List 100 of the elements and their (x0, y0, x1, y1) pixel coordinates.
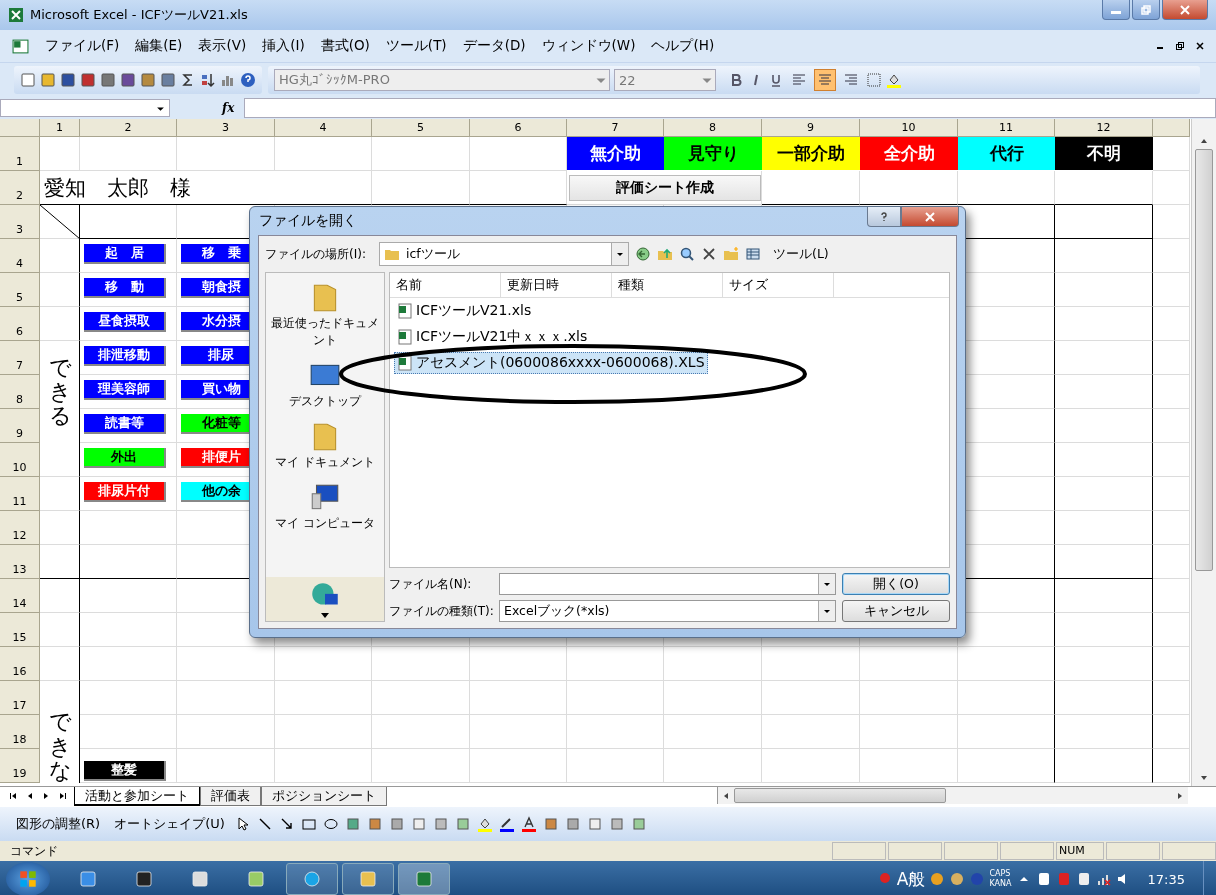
place-item[interactable]: マイ コンピュータ (266, 479, 384, 534)
spreadsheet-cell[interactable] (1055, 579, 1153, 613)
activity-button[interactable]: 排泄移動 (84, 346, 166, 366)
place-item[interactable]: デスクトップ (266, 357, 384, 412)
fill-color-icon[interactable] (886, 72, 902, 88)
column-header[interactable]: 6 (470, 119, 567, 137)
row-header[interactable]: 10 (0, 443, 40, 477)
function-label[interactable]: fx (222, 101, 235, 115)
activity-button[interactable]: 昼食摂取 (84, 312, 166, 332)
spreadsheet-cell[interactable] (40, 545, 80, 579)
menu-item[interactable]: データ(D) (454, 35, 534, 57)
row-header[interactable]: 1 (0, 137, 40, 171)
column-header[interactable]: 7 (567, 119, 664, 137)
dropdown-button[interactable] (611, 243, 628, 265)
spreadsheet-cell[interactable] (1055, 205, 1153, 239)
workbook-icon[interactable] (12, 37, 29, 55)
activity-button[interactable]: 移 動 (84, 278, 166, 298)
spreadsheet-cell[interactable] (40, 511, 80, 545)
spreadsheet-cell[interactable] (1055, 511, 1153, 545)
first-sheet-icon[interactable] (10, 792, 18, 800)
taskbar-button[interactable] (342, 863, 394, 895)
views-icon[interactable] (745, 246, 761, 262)
scroll-thumb[interactable] (734, 788, 946, 803)
sheet-tab[interactable]: ポジションシート (261, 787, 387, 806)
row-header[interactable]: 7 (0, 341, 40, 375)
file-name-field[interactable] (499, 573, 836, 595)
sheet-tab[interactable]: 活動と参加シート (74, 787, 200, 806)
new-folder-icon[interactable] (723, 246, 739, 262)
spreadsheet-cell[interactable] (40, 613, 80, 647)
dropdown-button[interactable] (818, 601, 835, 621)
spreadsheet-cell[interactable] (40, 579, 80, 613)
spreadsheet-cell[interactable] (1055, 749, 1153, 783)
fill-color-icon[interactable] (476, 816, 493, 832)
row-header[interactable]: 4 (0, 239, 40, 273)
menu-item[interactable]: 表示(V) (190, 35, 255, 57)
draw-menu-button[interactable]: 図形の調整(R) (12, 813, 105, 835)
menu-item[interactable]: ウィンドウ(W) (533, 35, 644, 57)
spreadsheet-cell[interactable] (40, 647, 80, 681)
horizontal-scrollbar[interactable] (717, 787, 1188, 804)
rectangle-icon[interactable] (300, 816, 317, 832)
spreadsheet-cell[interactable] (40, 477, 80, 511)
menu-item[interactable]: ヘルプ(H) (643, 35, 723, 57)
file-item[interactable]: ICFツールV21中ｘｘｘ.xls (394, 326, 591, 348)
spreadsheet-cell[interactable] (1055, 715, 1153, 749)
taskbar-button[interactable] (286, 863, 338, 895)
row-header[interactable]: 19 (0, 749, 40, 783)
scroll-thumb[interactable] (1195, 149, 1213, 571)
oval-icon[interactable] (322, 816, 339, 832)
activity-button[interactable]: 整髪 (84, 761, 166, 781)
column-header[interactable]: サイズ (723, 273, 834, 297)
row-header[interactable]: 12 (0, 511, 40, 545)
row-header[interactable]: 16 (0, 647, 40, 681)
row-header[interactable]: 15 (0, 613, 40, 647)
search-icon[interactable] (679, 246, 695, 262)
ime-indicator[interactable]: A般 (896, 867, 926, 891)
spreadsheet-cell[interactable] (1055, 681, 1153, 715)
menu-item[interactable]: 書式(O) (312, 35, 378, 57)
autoshape-menu-button[interactable]: オートシェイプ(U) (110, 813, 229, 835)
sheet-tab[interactable]: 評価表 (200, 787, 261, 806)
row-header[interactable]: 5 (0, 273, 40, 307)
spreadsheet-cell[interactable] (1055, 307, 1153, 341)
up-folder-icon[interactable] (657, 246, 673, 262)
spreadsheet-cell[interactable] (1055, 273, 1153, 307)
clock[interactable]: 17:35 (1147, 871, 1185, 887)
previous-sheet-icon[interactable] (26, 792, 34, 800)
column-header[interactable]: 種類 (612, 273, 723, 297)
back-icon[interactable] (635, 246, 651, 262)
row-header[interactable]: 18 (0, 715, 40, 749)
menu-item[interactable]: 挿入(I) (254, 35, 313, 57)
spreadsheet-cell[interactable] (1055, 647, 1153, 681)
column-header[interactable]: 10 (860, 119, 958, 137)
menu-item[interactable]: 編集(E) (127, 35, 191, 57)
column-header[interactable]: 8 (664, 119, 762, 137)
align-center-icon[interactable] (814, 69, 836, 91)
dropdown-button[interactable] (818, 574, 835, 594)
spreadsheet-cell[interactable] (40, 443, 80, 477)
location-dropdown[interactable]: icfツール (379, 242, 629, 266)
column-header[interactable]: 11 (958, 119, 1055, 137)
place-item[interactable]: マイ ドキュメント (266, 418, 384, 473)
activity-button[interactable]: 読書等 (84, 414, 166, 434)
column-header[interactable]: 1 (40, 119, 80, 137)
activity-button[interactable]: 外出 (84, 448, 166, 468)
row-header[interactable]: 13 (0, 545, 40, 579)
column-header[interactable]: 3 (177, 119, 275, 137)
scroll-down-icon[interactable] (320, 613, 330, 619)
font-color-icon[interactable] (520, 816, 537, 832)
spreadsheet-cell[interactable] (1055, 477, 1153, 511)
place-item[interactable]: 最近使ったドキュメント (266, 279, 384, 351)
open-button[interactable]: 開く(O) (842, 573, 950, 595)
formula-field[interactable] (244, 98, 1216, 118)
row-header[interactable]: 6 (0, 307, 40, 341)
spreadsheet-cell[interactable] (1055, 443, 1153, 477)
column-header[interactable] (1153, 119, 1190, 137)
column-header[interactable]: 5 (372, 119, 470, 137)
spreadsheet-cell[interactable] (1055, 409, 1153, 443)
activity-button[interactable]: 排尿片付 (84, 482, 166, 502)
font-size-field[interactable]: 22 (614, 69, 716, 91)
spreadsheet-cell[interactable] (1055, 613, 1153, 647)
start-button[interactable] (6, 862, 50, 895)
spreadsheet-cell[interactable] (1055, 375, 1153, 409)
